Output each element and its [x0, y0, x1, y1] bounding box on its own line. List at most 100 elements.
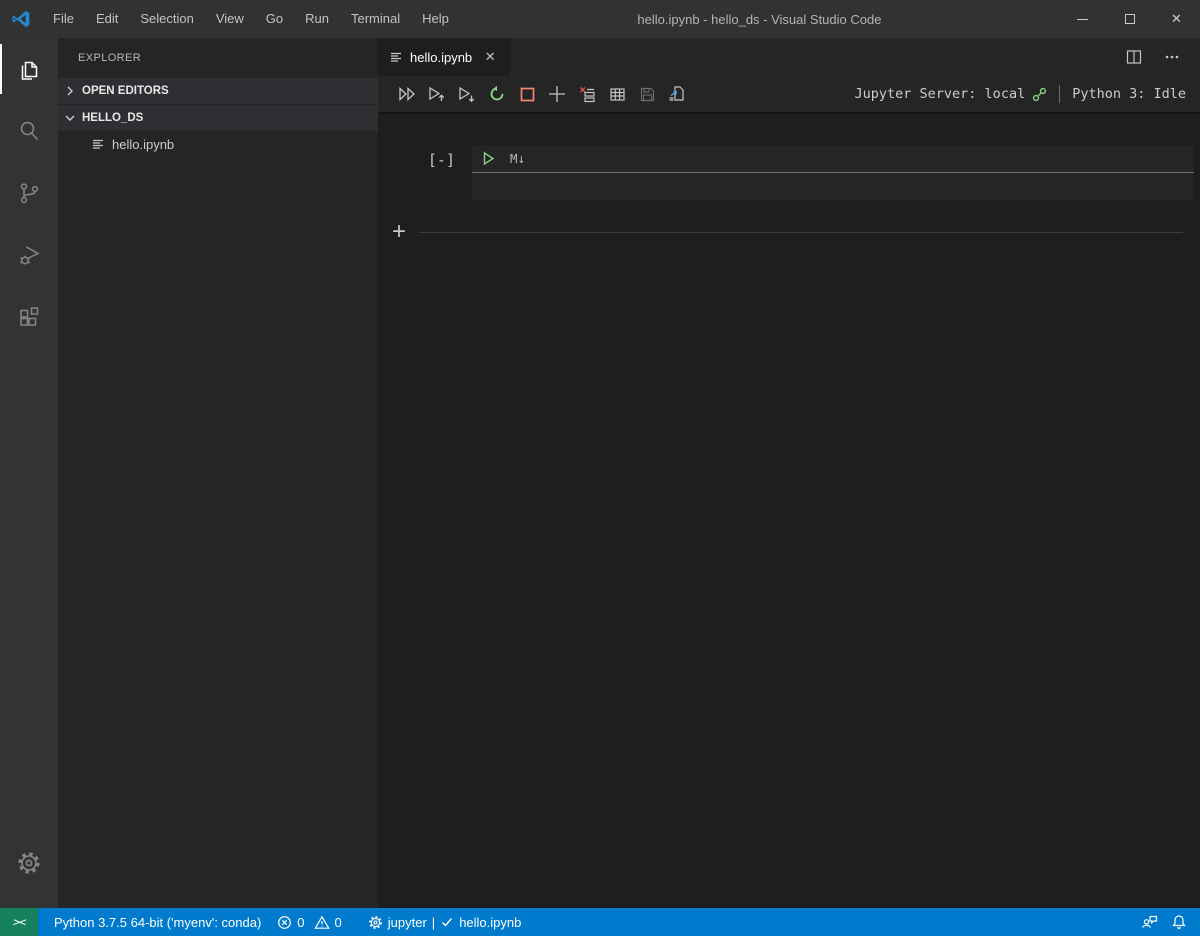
window-title: hello.ipynb - hello_ds - Visual Studio C… — [460, 12, 1059, 27]
export-icon — [668, 85, 686, 103]
split-editor-button[interactable] — [1120, 43, 1148, 71]
activity-explorer-button[interactable] — [0, 38, 58, 100]
warning-icon — [314, 915, 330, 930]
activity-source-control-button[interactable] — [0, 162, 58, 224]
run-cell-icon[interactable] — [481, 151, 496, 166]
menu-selection[interactable]: Selection — [129, 0, 204, 38]
table-grid-icon — [609, 86, 626, 103]
cell-input-area[interactable] — [472, 173, 1194, 200]
cell-toolbar: M↓ — [472, 145, 1194, 173]
notebook-file-icon — [390, 51, 403, 64]
section-label: HELLO_DS — [82, 112, 143, 124]
jupyter-status[interactable]: jupyter | hello.ipynb — [360, 908, 530, 936]
kernel-status[interactable]: Python 3: Idle — [1072, 86, 1186, 102]
bell-icon — [1171, 914, 1187, 930]
section-open-editors[interactable]: OPEN EDITORS — [58, 78, 378, 104]
menu-run[interactable]: Run — [294, 0, 340, 38]
gear-icon — [16, 850, 42, 876]
tab-bar: hello.ipynb ✕ — [378, 38, 1200, 76]
execution-count: [-] — [428, 151, 455, 200]
activity-extensions-button[interactable] — [0, 286, 58, 348]
more-actions-button[interactable] — [1158, 43, 1186, 71]
minimize-button[interactable] — [1059, 0, 1106, 38]
menu-terminal[interactable]: Terminal — [340, 0, 411, 38]
explorer-sidebar: EXPLORER OPEN EDITORS HELLO_DS hello.ipy… — [58, 38, 378, 908]
connected-icon — [1032, 87, 1047, 102]
chevron-right-icon — [58, 86, 82, 96]
save-icon — [639, 86, 656, 103]
close-button[interactable]: ✕ — [1153, 0, 1200, 38]
cell-container[interactable]: M↓ — [472, 145, 1194, 200]
title-bar: File Edit Selection View Go Run Terminal… — [0, 0, 1200, 38]
activity-search-button[interactable] — [0, 100, 58, 162]
restart-kernel-button[interactable] — [482, 80, 512, 108]
vscode-logo-icon — [0, 9, 42, 29]
save-button[interactable] — [632, 80, 662, 108]
tab-hello-ipynb[interactable]: hello.ipynb ✕ — [378, 38, 510, 76]
search-icon — [16, 118, 42, 144]
minimize-icon — [1077, 19, 1088, 20]
notebook-canvas: [-] M↓ + — [378, 114, 1200, 908]
menu-edit[interactable]: Edit — [85, 0, 129, 38]
run-cells-above-button[interactable] — [422, 80, 452, 108]
menu-go[interactable]: Go — [255, 0, 294, 38]
problems-status[interactable]: 0 0 — [269, 908, 349, 936]
markdown-cell-icon[interactable]: M↓ — [510, 151, 525, 166]
run-debug-icon — [16, 242, 43, 269]
gear-icon — [368, 915, 383, 930]
python-interpreter-status[interactable]: Python 3.7.5 64-bit ('myenv': conda) — [46, 908, 269, 936]
extensions-icon — [16, 304, 42, 330]
error-icon — [277, 915, 292, 930]
files-icon — [16, 56, 42, 82]
clear-all-output-button[interactable] — [572, 80, 602, 108]
add-cell-divider — [419, 232, 1183, 233]
activity-bar — [0, 38, 58, 908]
add-cell-button[interactable]: + — [386, 219, 412, 245]
export-as-button[interactable] — [662, 80, 692, 108]
section-hello-ds[interactable]: HELLO_DS — [58, 105, 378, 131]
maximize-button[interactable] — [1106, 0, 1153, 38]
file-item-hello-ipynb[interactable]: hello.ipynb — [58, 131, 378, 157]
jupyter-label: jupyter — [388, 915, 427, 930]
add-cell-row: + — [378, 219, 1200, 245]
notifications-button[interactable] — [1164, 908, 1194, 936]
separator: | — [432, 915, 435, 930]
interrupt-kernel-button[interactable] — [512, 80, 542, 108]
check-icon — [440, 915, 454, 929]
menu-help[interactable]: Help — [411, 0, 460, 38]
run-all-cells-button[interactable] — [392, 80, 422, 108]
file-name: hello.ipynb — [112, 137, 174, 152]
interpreter-label: Python 3.7.5 64-bit ('myenv': conda) — [54, 915, 261, 930]
section-label: OPEN EDITORS — [82, 85, 169, 97]
tab-close-icon[interactable]: ✕ — [480, 47, 500, 67]
run-below-icon — [458, 86, 476, 103]
run-cell-and-below-button[interactable] — [452, 80, 482, 108]
source-control-branch-icon — [16, 180, 42, 206]
clear-output-icon — [579, 86, 596, 103]
remote-indicator[interactable]: >< — [0, 908, 38, 936]
menubar: File Edit Selection View Go Run Terminal… — [42, 0, 460, 38]
server-label: Jupyter Server: local — [855, 86, 1026, 102]
split-editor-icon — [1126, 49, 1142, 65]
insert-cell-button[interactable] — [542, 80, 572, 108]
jupyter-server-status[interactable]: Jupyter Server: local — [855, 86, 1048, 102]
status-bar: >< Python 3.7.5 64-bit ('myenv': conda) … — [0, 908, 1200, 936]
sidebar-title: EXPLORER — [58, 38, 378, 78]
error-count: 0 — [297, 915, 304, 930]
notebook-file-name: hello.ipynb — [459, 915, 521, 930]
tab-label: hello.ipynb — [410, 50, 472, 65]
activity-run-debug-button[interactable] — [0, 224, 58, 286]
notebook-toolbar: Jupyter Server: local Python 3: Idle — [378, 76, 1200, 114]
notebook-file-icon — [92, 138, 105, 151]
remote-icon: >< — [12, 915, 26, 929]
variable-explorer-button[interactable] — [602, 80, 632, 108]
menu-file[interactable]: File — [42, 0, 85, 38]
run-all-icon — [398, 86, 417, 102]
feedback-button[interactable] — [1134, 908, 1164, 936]
manage-button[interactable] — [0, 832, 58, 894]
toolbar-separator — [1059, 85, 1060, 103]
ellipsis-icon — [1164, 49, 1180, 65]
close-icon: ✕ — [1171, 11, 1182, 27]
menu-view[interactable]: View — [205, 0, 255, 38]
warning-count: 0 — [335, 915, 342, 930]
